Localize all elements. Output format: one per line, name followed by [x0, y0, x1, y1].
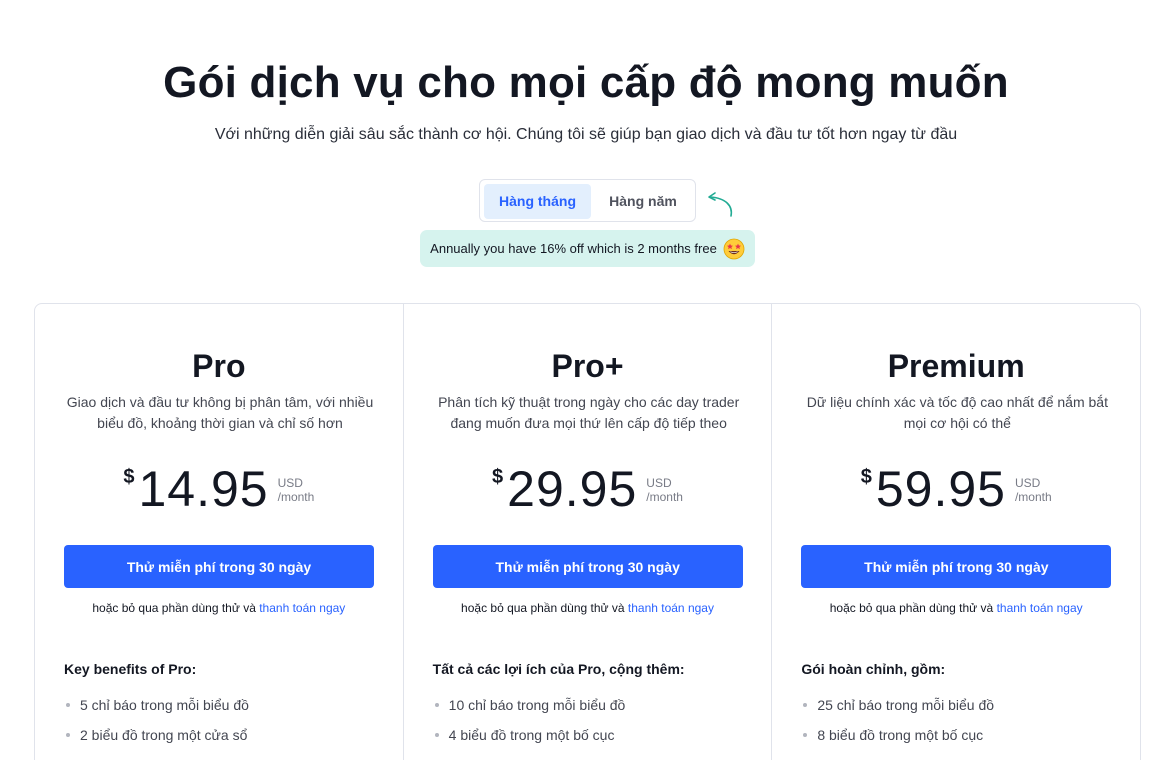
plan-name: Premium	[887, 348, 1025, 384]
plan-price: $ 59.95 USD /month	[772, 462, 1140, 516]
currency-symbol: $	[492, 466, 504, 488]
price-period: /month	[1014, 490, 1052, 504]
benefits-list: 5 chỉ báo trong mỗi biểu đồ 2 biểu đồ tr…	[64, 692, 249, 752]
pay-now-link[interactable]: thanh toán ngay	[259, 601, 345, 615]
billing-period-toggle: Hàng tháng Hàng năm	[479, 179, 696, 222]
page-subtitle: Với những diễn giải sâu sắc thành cơ hội…	[214, 126, 958, 143]
benefit-item: 25 chỉ báo trong mỗi biểu đồ	[801, 692, 994, 722]
price-currency: USD	[1014, 476, 1041, 490]
plan-name: Pro+	[551, 348, 624, 384]
curved-arrow-icon	[708, 192, 733, 217]
benefits-title: Gói hoàn chỉnh, gồm:	[801, 661, 946, 677]
price-currency: USD	[646, 476, 672, 490]
plan-price: $ 14.95 USD /month	[35, 462, 403, 516]
skip-trial-line: hoặc bỏ qua phần dùng thử và thanh toán …	[35, 601, 403, 615]
price-amount: 14.95	[138, 461, 269, 517]
skip-trial-line: hoặc bỏ qua phần dùng thử và thanh toán …	[772, 601, 1140, 615]
plan-description: Dữ liệu chính xác và tốc độ cao nhất để …	[806, 394, 1108, 431]
plan-card-premium: Premium Dữ liệu chính xác và tốc độ cao …	[772, 304, 1140, 760]
benefits-list: 10 chỉ báo trong mỗi biểu đồ 4 biểu đồ t…	[433, 692, 626, 752]
currency-symbol: $	[123, 466, 135, 488]
skip-trial-text: hoặc bỏ qua phần dùng thử và	[92, 601, 256, 615]
benefits-title: Tất cả các lợi ích của Pro, cộng thêm:	[432, 661, 685, 677]
plan-description: Phân tích kỹ thuật trong ngày cho các da…	[438, 394, 740, 431]
skip-trial-text: hoặc bỏ qua phần dùng thử và	[829, 601, 994, 615]
page-title: Gói dịch vụ cho mọi cấp độ mong muốn	[163, 58, 1009, 107]
benefit-item: 5 chỉ báo trong mỗi biểu đồ	[64, 692, 249, 722]
discount-text: Annually you have 16% off which is 2 mon…	[430, 241, 717, 256]
benefit-item: 2 biểu đồ trong một cửa sổ	[64, 722, 249, 752]
pay-now-link[interactable]: thanh toán ngay	[628, 601, 714, 615]
yearly-option[interactable]: Hàng năm	[593, 184, 693, 219]
free-trial-button[interactable]: Thử miễn phí trong 30 ngày	[64, 545, 374, 588]
plan-price: $ 29.95 USD /month	[404, 462, 772, 516]
price-period: /month	[277, 490, 315, 504]
price-amount: 59.95	[875, 461, 1006, 517]
benefit-item: 4 biểu đồ trong một bố cục	[433, 722, 626, 752]
price-amount: 29.95	[507, 461, 638, 517]
price-period: /month	[646, 490, 683, 504]
price-currency: USD	[277, 476, 303, 490]
star-struck-emoji-icon	[723, 238, 745, 259]
monthly-option[interactable]: Hàng tháng	[484, 184, 591, 219]
benefits-title: Key benefits of Pro:	[64, 661, 197, 677]
price-unit: USD /month	[278, 476, 315, 504]
plans-container: Pro Giao dịch và đầu tư không bị phân tâ…	[34, 303, 1141, 760]
plan-description: Giao dịch và đầu tư không bị phân tâm, v…	[66, 394, 374, 431]
skip-trial-line: hoặc bỏ qua phần dùng thử và thanh toán …	[404, 601, 772, 615]
plan-card-pro-plus: Pro+ Phân tích kỹ thuật trong ngày cho c…	[404, 304, 773, 760]
discount-badge: Annually you have 16% off which is 2 mon…	[420, 230, 755, 267]
price-unit: USD /month	[646, 476, 683, 504]
benefit-item: 8 biểu đồ trong một bố cục	[801, 722, 994, 752]
free-trial-button[interactable]: Thử miễn phí trong 30 ngày	[801, 545, 1112, 588]
benefit-item: 10 chỉ báo trong mỗi biểu đồ	[433, 692, 625, 722]
currency-symbol: $	[860, 466, 872, 488]
pay-now-link[interactable]: thanh toán ngay	[997, 601, 1083, 615]
benefits-list: 25 chỉ báo trong mỗi biểu đồ 8 biểu đồ t…	[801, 692, 994, 752]
plan-card-pro: Pro Giao dịch và đầu tư không bị phân tâ…	[35, 304, 404, 760]
price-unit: USD /month	[1015, 476, 1052, 504]
plan-name: Pro	[192, 348, 246, 384]
skip-trial-text: hoặc bỏ qua phần dùng thử và	[461, 601, 625, 615]
free-trial-button[interactable]: Thử miễn phí trong 30 ngày	[432, 545, 743, 588]
